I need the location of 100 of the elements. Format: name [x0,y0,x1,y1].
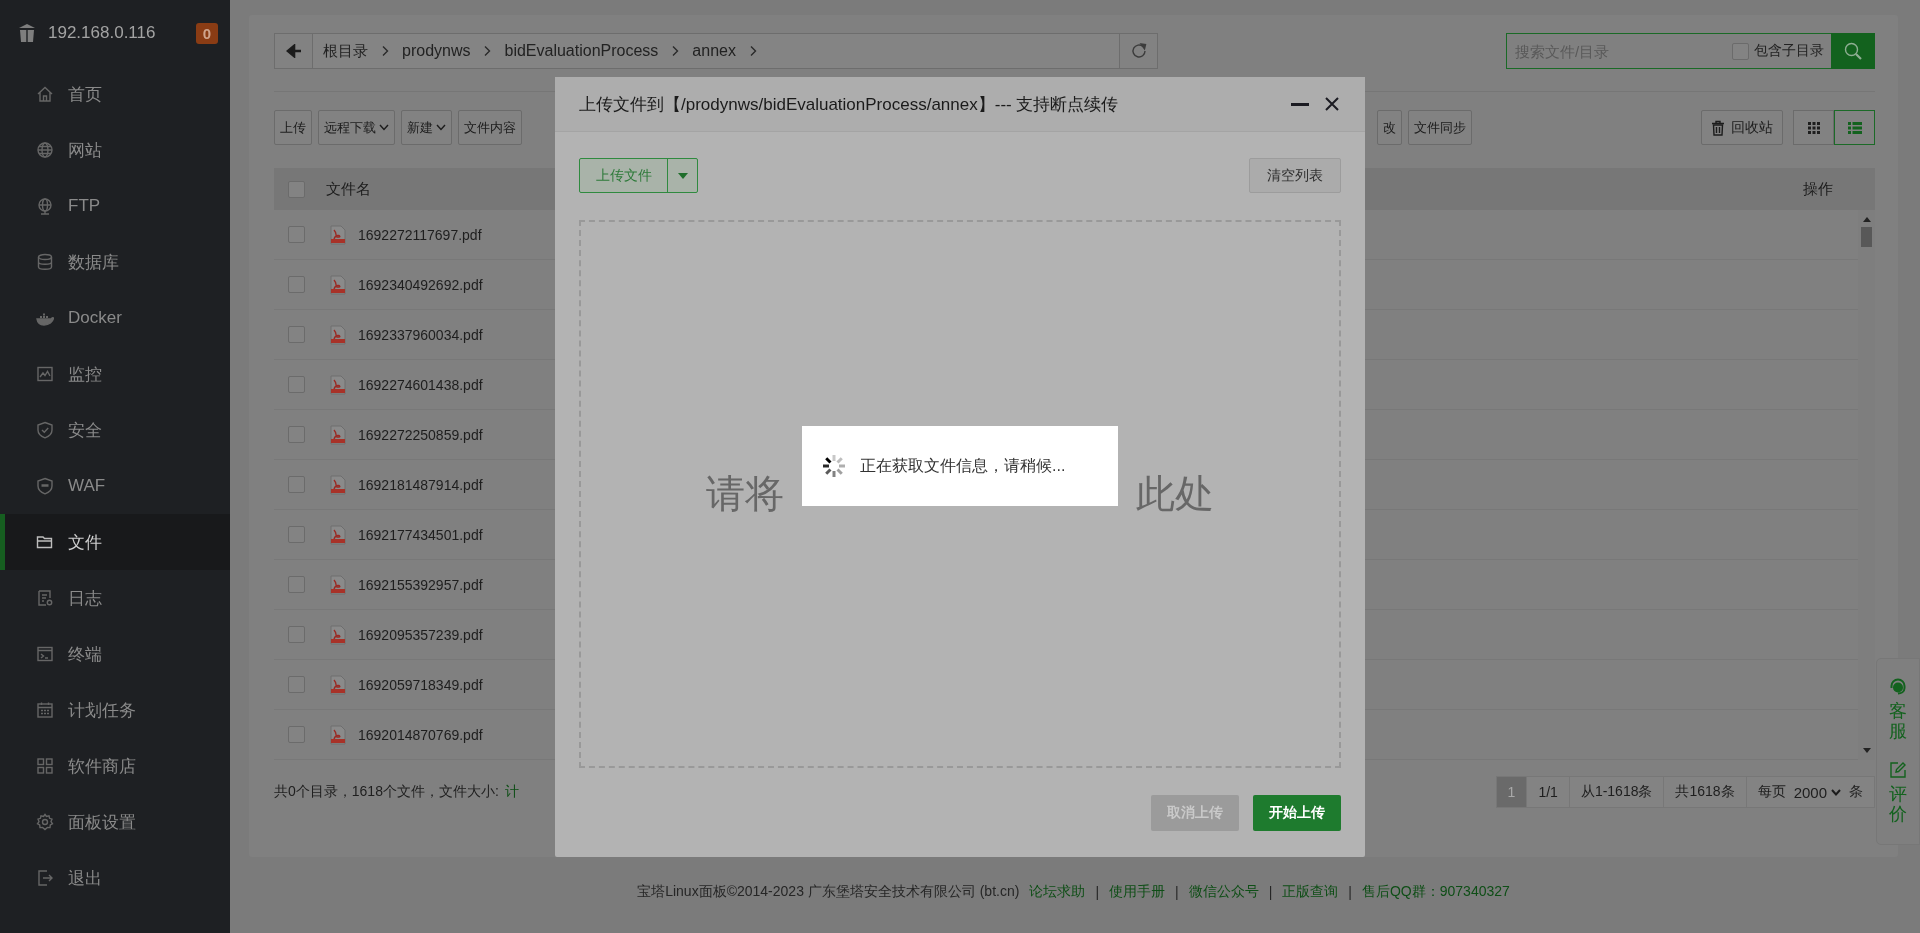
sidebar-item[interactable]: 首页 [0,66,230,122]
sidebar-item[interactable]: 网站 [0,122,230,178]
home-icon [36,85,54,103]
pdf-file-icon [329,474,347,495]
checkbox[interactable] [288,576,305,593]
page-button[interactable]: 1 [1495,776,1528,808]
scrollbar-thumb[interactable] [1861,227,1872,247]
list-view-icon [1846,120,1863,135]
gear-icon [36,813,54,831]
footer-link[interactable]: 售后QQ群：907340327 [1361,883,1510,901]
pdf-file-icon [329,524,347,545]
recycle-bin-button[interactable]: 回收站 [1701,110,1783,145]
link-separator: | [1268,884,1273,900]
file-name[interactable]: 1692181487914.pdf [358,476,483,493]
sidebar-item[interactable]: 文件 [0,514,230,570]
file-name[interactable]: 1692272117697.pdf [358,226,482,243]
breadcrumb-link[interactable]: prodynws [402,42,471,60]
file-summary: 共0个目录，1618个文件，文件大小: [274,783,499,801]
dropdown-button[interactable]: 新建 [401,110,452,145]
file-name[interactable]: 1692155392957.pdf [358,576,483,593]
grid-icon [36,757,54,775]
calculate-link[interactable]: 计 [504,783,519,801]
grid-view-icon [1806,120,1821,135]
shield-icon [36,421,54,439]
checkbox[interactable] [288,426,305,443]
toolbar-button[interactable]: 上传 [274,110,312,145]
per-page-label: 每页 [1757,783,1786,801]
sidebar-item[interactable]: WAF [0,458,230,514]
checkbox[interactable] [288,226,305,243]
toolbar-button[interactable]: 文件内容 [458,110,522,145]
dialog-title: 上传文件到【/prodynws/bidEvaluationProcess/annex】--- 支持断点续传 [579,93,1119,116]
clear-list-button[interactable]: 清空列表 [1249,158,1341,193]
search-button[interactable] [1831,33,1875,69]
sidebar-item[interactable]: Docker [0,290,230,346]
page-info: 1/1 [1526,776,1570,808]
scroll-down-icon [1862,748,1871,754]
start-upload-button[interactable]: 开始上传 [1253,795,1341,831]
column-header: 操作 [1803,179,1833,199]
chevron-right-icon [381,45,389,57]
sidebar-item[interactable]: 日志 [0,570,230,626]
edit-icon [1889,760,1907,779]
globe-icon [36,141,54,159]
sidebar-item[interactable]: 安全 [0,402,230,458]
file-name[interactable]: 1692272250859.pdf [358,426,483,443]
calendar-icon [36,701,54,719]
drop-hint: 请将 [706,471,784,517]
breadcrumb-link[interactable]: bidEvaluationProcess [504,42,659,60]
shield-icon [36,477,54,495]
sidebar-item[interactable]: 退出 [0,850,230,906]
notification-badge[interactable]: 0 [195,22,218,44]
checkbox[interactable] [288,726,305,743]
sidebar-item[interactable]: FTP [0,178,230,234]
file-name[interactable]: 1692337960034.pdf [358,326,483,343]
pdf-file-icon [329,724,347,745]
link-separator: | [1348,884,1352,900]
file-name[interactable]: 1692177434501.pdf [358,526,483,543]
checkbox[interactable] [288,376,305,393]
file-name[interactable]: 1692059718349.pdf [358,676,483,693]
close-icon [1323,95,1341,113]
exit-icon [36,869,54,887]
file-name[interactable]: 1692014870769.pdf [358,726,483,743]
pdf-file-icon [329,574,347,595]
sidebar-item[interactable]: 数据库 [0,234,230,290]
caret-down-icon [1831,788,1841,796]
footer-link[interactable]: 微信公众号 [1188,883,1259,901]
dropdown-button[interactable]: 远程下载 [318,110,395,145]
checkbox[interactable] [288,626,305,643]
chart-icon [36,365,54,383]
toolbar-button[interactable]: 文件同步 [1408,110,1472,145]
file-name[interactable]: 1692095357239.pdf [358,626,483,643]
minimize-icon [1291,102,1309,106]
checkbox[interactable] [288,326,305,343]
refresh-icon [1129,42,1148,60]
checkbox[interactable] [288,526,305,543]
host-address: 192.168.0.116 [48,23,157,43]
checkbox[interactable] [288,180,305,198]
file-name[interactable]: 1692340492692.pdf [358,276,483,293]
pdf-file-icon [329,674,347,695]
sidebar-item[interactable]: 计划任务 [0,682,230,738]
sidebar-item[interactable]: 监控 [0,346,230,402]
sidebar-item[interactable]: 软件商店 [0,738,230,794]
drop-hint: 此处 [1136,471,1214,517]
file-name[interactable]: 1692274601438.pdf [358,376,483,393]
breadcrumb-link[interactable]: annex [692,42,736,60]
checkbox[interactable] [288,676,305,693]
scroll-up-icon [1862,216,1871,222]
footer-link[interactable]: 论坛求助 [1029,883,1086,901]
back-arrow-icon [285,44,302,58]
sidebar-item[interactable]: 终端 [0,626,230,682]
column-header: 文件名 [326,179,372,199]
toolbar-button[interactable]: 改 [1377,110,1402,145]
list-view-button[interactable] [1834,110,1875,145]
footer-link[interactable]: 正版查询 [1282,883,1339,901]
per-page-select[interactable]: 2000 [1793,783,1841,801]
checkbox[interactable] [288,276,305,293]
footer-link[interactable]: 使用手册 [1109,883,1166,901]
grid-view-button[interactable] [1793,110,1834,145]
breadcrumb-link[interactable]: 根目录 [323,41,368,61]
sidebar-item[interactable]: 面板设置 [0,794,230,850]
checkbox[interactable] [288,476,305,493]
